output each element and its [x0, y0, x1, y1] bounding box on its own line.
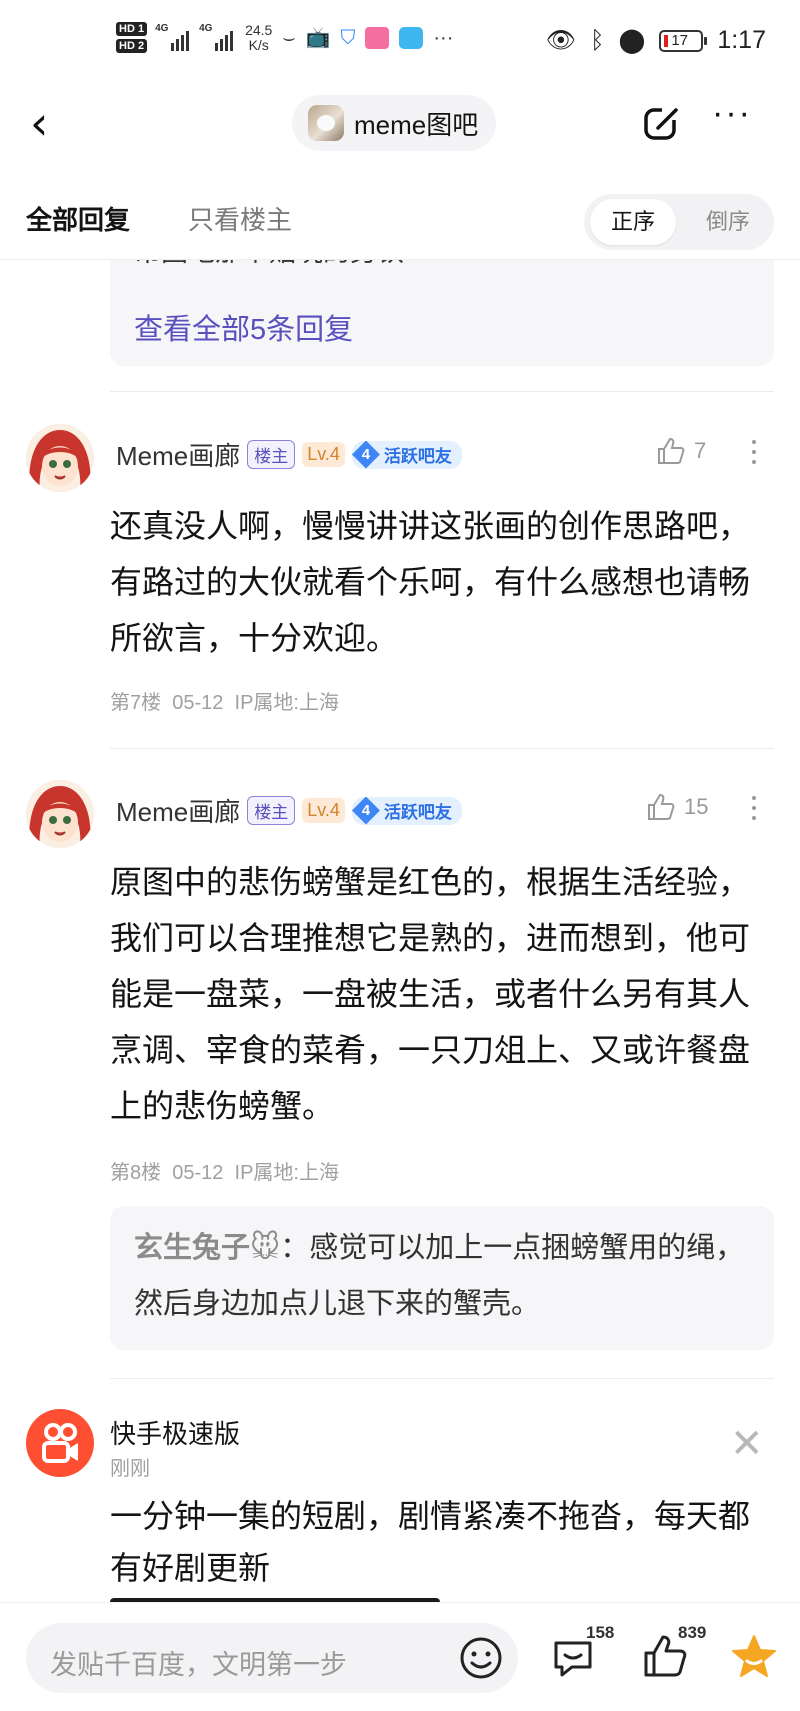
- active-member-badge: 4 活跃吧友: [351, 796, 462, 825]
- post-meta: 第8楼 05-12 IP属地:上海: [110, 1156, 339, 1185]
- ad-text[interactable]: 一分钟一集的短剧，剧情紧凑不拖沓，每天都有好剧更新: [110, 1490, 780, 1594]
- close-icon[interactable]: ✕: [730, 1424, 764, 1464]
- sort-descending-button[interactable]: 倒序: [688, 199, 768, 245]
- sort-ascending-button[interactable]: 正序: [590, 199, 676, 245]
- bottom-action-bar: 发贴千百度，文明第一步 158 839: [0, 1602, 800, 1711]
- tab-owner-only[interactable]: 只看楼主: [188, 200, 292, 237]
- level-badge: Lv.4: [302, 798, 345, 823]
- tab-all-replies[interactable]: 全部回复: [26, 200, 130, 237]
- emoji-icon[interactable]: [458, 1635, 504, 1681]
- post-text: 还真没人啊，慢慢讲讲这张画的创作思路吧，有路过的大伙就看个乐呵，有什么感想也请畅…: [110, 508, 751, 656]
- diamond-icon: 4: [351, 796, 380, 825]
- view-all-replies-link[interactable]: 查看全部5条回复: [134, 306, 353, 348]
- divider: [110, 748, 774, 749]
- like-count: 15: [684, 794, 709, 819]
- thumbs-up-icon: [648, 793, 675, 820]
- sub-reply-user[interactable]: 玄生兔子🐭: [134, 1232, 280, 1264]
- ip-location: IP属地:上海: [234, 692, 339, 714]
- ad-app-logo[interactable]: [26, 1409, 94, 1477]
- comment-input[interactable]: 发贴千百度，文明第一步: [26, 1623, 518, 1693]
- avatar[interactable]: [26, 780, 94, 848]
- active-member-label: 活跃吧友: [383, 803, 452, 822]
- ad-app-name[interactable]: 快手极速版: [110, 1414, 240, 1451]
- post-text: 原图中的悲伤螃蟹是红色的，根据生活经验，我们可以合理推想它是熟的，进而想到，他可…: [110, 864, 751, 1124]
- author-line: Meme画廊 楼主 Lv.4 4 活跃吧友: [116, 436, 462, 473]
- ip-location: IP属地:上海: [234, 1162, 339, 1184]
- owner-badge: 楼主: [247, 440, 296, 469]
- post-meta: 第7楼 05-12 IP属地:上海: [110, 686, 339, 715]
- sub-reply: 玄生兔子🐭：感觉可以加上一点捆螃蟹用的绳，然后身边加点儿退下来的蟹壳。: [134, 1220, 754, 1332]
- avatar[interactable]: [26, 424, 94, 492]
- reply-count: 158: [586, 1623, 615, 1642]
- diamond-icon: 4: [351, 440, 380, 469]
- post-menu-icon[interactable]: [750, 434, 758, 470]
- post-menu-icon[interactable]: [750, 790, 758, 826]
- comment-input-placeholder: 发贴千百度，文明第一步: [50, 1650, 347, 1680]
- owner-badge: 楼主: [247, 796, 296, 825]
- post-date: 05-12: [172, 692, 224, 714]
- post-date: 05-12: [172, 1162, 224, 1184]
- author-name[interactable]: Meme画廊: [116, 436, 240, 473]
- ad-time: 刚刚: [110, 1458, 150, 1480]
- divider: [110, 391, 774, 392]
- like-count: 839: [678, 1623, 707, 1642]
- active-member-badge: 4 活跃吧友: [351, 440, 462, 469]
- sub-reply-separator: ：: [280, 1232, 310, 1264]
- like-button[interactable]: 15: [646, 792, 708, 822]
- author-line: Meme画廊 楼主 Lv.4 4 活跃吧友: [116, 792, 462, 829]
- star-icon[interactable]: [730, 1633, 778, 1681]
- level-badge: Lv.4: [302, 442, 345, 467]
- sort-toggle: 正序 倒序: [584, 194, 774, 250]
- reply-filter-tabs: 全部回复 只看楼主 正序 倒序: [0, 186, 800, 260]
- like-count: 7: [694, 438, 707, 463]
- floor-number: 第8楼: [110, 1162, 162, 1184]
- like-button[interactable]: 7: [656, 436, 706, 466]
- active-member-label: 活跃吧友: [383, 447, 452, 466]
- sub-reply-box[interactable]: 玄生兔子🐭：感觉可以加上一点捆螃蟹用的绳，然后身边加点儿退下来的蟹壳。: [110, 1206, 774, 1350]
- author-name[interactable]: Meme画廊: [116, 792, 240, 829]
- thumbs-up-icon: [658, 437, 685, 464]
- floor-number: 第7楼: [110, 692, 162, 714]
- divider: [110, 1378, 774, 1379]
